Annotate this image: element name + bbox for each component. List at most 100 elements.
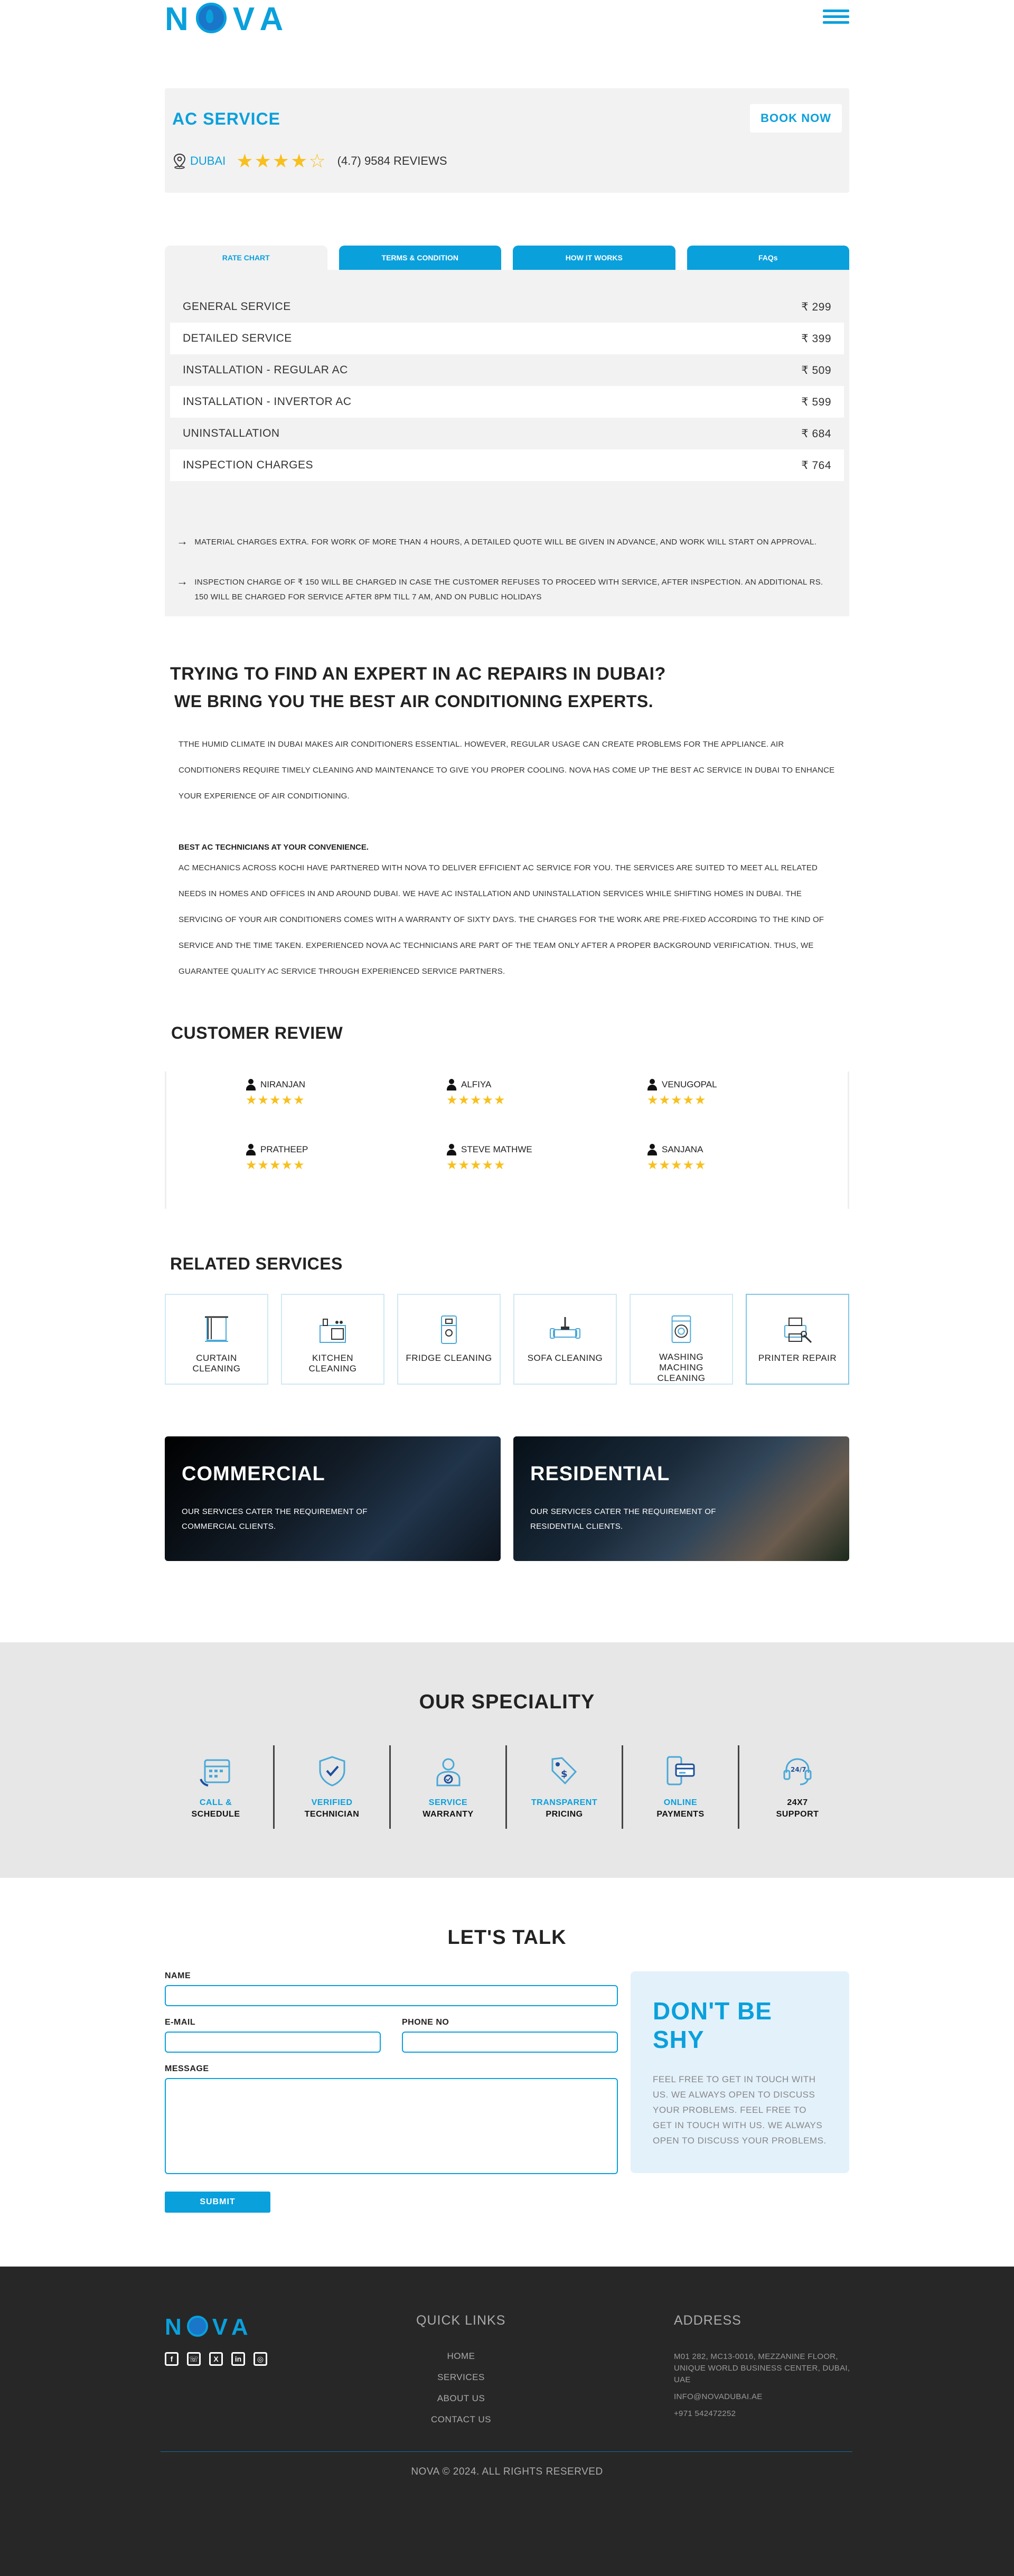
logo-letter: N xyxy=(165,2314,187,2340)
logo-globe-icon xyxy=(186,2316,208,2337)
footer-link-services[interactable]: SERVICES xyxy=(416,2372,506,2383)
rate-name: INSPECTION CHARGES xyxy=(183,459,314,471)
x-icon[interactable]: X xyxy=(209,2352,223,2366)
linkedin-icon[interactable]: in xyxy=(231,2352,245,2366)
rate-note: → MATERIAL CHARGES EXTRA. FOR WORK OF MOR… xyxy=(176,535,833,550)
kitchen-icon xyxy=(320,1319,346,1343)
footer-link-contact-us[interactable]: CONTACT US xyxy=(416,2414,506,2425)
nova-logo[interactable]: N VA xyxy=(165,1,290,38)
book-now-button[interactable]: BOOK NOW xyxy=(750,104,842,133)
contact-form: NAME E-MAIL PHONE NO MESSAGE SUBMIT xyxy=(165,1971,618,2213)
footer-link-home[interactable]: HOME xyxy=(416,2351,506,2362)
footer-divider xyxy=(161,2451,852,2452)
review-card: SANJANA ★★★★★ xyxy=(647,1144,848,1209)
note-text: MATERIAL CHARGES EXTRA. FOR WORK OF MORE… xyxy=(194,538,817,547)
reviews-carousel: NIRANJAN ★★★★★ ALFIYA ★★★★★ VENUGOPAL ★★★★★… xyxy=(165,1071,849,1209)
address-text: M01 282, MC13-0016, MEZZANINE FLOOR, UNI… xyxy=(674,2352,850,2384)
speciality-section: OUR SPECIALITY CALL & SCHEDULE VERIFIED … xyxy=(0,1642,1014,1878)
promo-title: COMMERCIAL xyxy=(182,1463,325,1485)
footer-phone[interactable]: +971 542472252 xyxy=(674,2408,853,2420)
related-service-curtain-cleaning[interactable]: CURTAIN CLEANING xyxy=(165,1294,268,1385)
related-service-fridge-cleaning[interactable]: FRIDGE CLEANING xyxy=(397,1294,501,1385)
rating-text: (4.7) 9584 REVIEWS xyxy=(337,154,447,167)
about-subheading: WE BRING YOU THE BEST AIR CONDITIONING E… xyxy=(174,692,654,711)
related-service-printer-repair[interactable]: PRINTER REPAIR xyxy=(746,1294,849,1385)
washing-machine-icon xyxy=(671,1315,691,1343)
related-service-sofa-cleaning[interactable]: SOFA CLEANING xyxy=(513,1294,617,1385)
whatsapp-icon[interactable]: ☏ xyxy=(187,2352,201,2366)
speciality-label-bottom: WARRANTY xyxy=(422,1810,474,1819)
related-services-title: RELATED SERVICES xyxy=(170,1254,343,1273)
residential-card[interactable]: RESIDENTIAL OUR SERVICES CATER THE REQUI… xyxy=(513,1436,849,1561)
facebook-icon[interactable]: f xyxy=(165,2352,179,2366)
speciality-item: 24/7 24X7 SUPPORT xyxy=(739,1745,856,1829)
footer-email[interactable]: INFO@NOVADUBAI.AE xyxy=(674,2391,853,2403)
speciality-label-bottom: TECHNICIAN xyxy=(304,1810,360,1819)
tab-faqs[interactable]: FAQs xyxy=(687,246,849,270)
footer-link-about-us[interactable]: ABOUT US xyxy=(416,2393,506,2404)
related-service-label: WASHING MACHING CLEANING xyxy=(657,1352,706,1383)
rate-chart-panel: GENERAL SERVICE ₹ 299 DETAILED SERVICE ₹ 3… xyxy=(165,270,849,616)
name-field[interactable] xyxy=(165,1985,618,2006)
review-card: NIRANJAN ★★★★★ xyxy=(246,1079,446,1144)
tab-rate-chart[interactable]: RATE CHART xyxy=(165,246,327,270)
phone-field[interactable] xyxy=(402,2032,618,2053)
logo-letters: VA xyxy=(212,2314,253,2340)
rate-name: DETAILED SERVICE xyxy=(183,332,292,344)
related-service-kitchen-cleaning[interactable]: KITCHEN CLEANING xyxy=(281,1294,384,1385)
reviewer-name: STEVE MATHWE xyxy=(461,1144,532,1154)
submit-button[interactable]: SUBMIT xyxy=(165,2192,270,2213)
copyright: NOVA © 2024. ALL RIGHTS RESERVED xyxy=(411,2466,603,2477)
related-service-label: FRIDGE CLEANING xyxy=(406,1353,492,1363)
user-icon xyxy=(647,1079,658,1090)
related-service-washing-machine-cleaning[interactable]: WASHING MACHING CLEANING xyxy=(630,1294,733,1385)
svg-text:24/7: 24/7 xyxy=(791,1766,806,1773)
speciality-label-top: 24X7 xyxy=(787,1798,808,1807)
sofa-icon xyxy=(550,1317,580,1339)
review-card: PRATHEEP ★★★★★ xyxy=(246,1144,446,1209)
review-card: ALFIYA ★★★★★ xyxy=(446,1079,647,1144)
address-block: M01 282, MC13-0016, MEZZANINE FLOOR, UNI… xyxy=(674,2351,853,2425)
instagram-icon[interactable]: ◎ xyxy=(253,2352,267,2366)
price-tag-icon: $ xyxy=(551,1757,577,1785)
related-service-label: PRINTER REPAIR xyxy=(758,1353,837,1363)
hamburger-menu-icon[interactable] xyxy=(823,10,849,25)
arrow-right-icon: → xyxy=(176,534,189,548)
commercial-card[interactable]: COMMERCIAL OUR SERVICES CATER THE REQUIR… xyxy=(165,1436,501,1561)
technician-icon xyxy=(436,1758,460,1787)
email-field[interactable] xyxy=(165,2032,381,2053)
message-field[interactable] xyxy=(165,2078,618,2174)
quick-links: HOME SERVICES ABOUT US CONTACT US xyxy=(416,2351,506,2425)
contact-title: LET'S TALK xyxy=(447,1926,567,1949)
speciality-title: OUR SPECIALITY xyxy=(419,1691,595,1713)
logo-letters: VA xyxy=(232,1,291,37)
reviews-title: CUSTOMER REVIEW xyxy=(171,1023,343,1042)
review-card: VENUGOPAL ★★★★★ xyxy=(647,1079,848,1144)
rate-row: INSTALLATION - REGULAR AC ₹ 509 xyxy=(170,354,844,386)
rate-price: ₹ 299 xyxy=(801,300,831,313)
footer-logo[interactable]: N VA xyxy=(165,2314,253,2340)
review-card: STEVE MATHWE ★★★★★ xyxy=(446,1144,647,1209)
about-paragraph: TTHE HUMID CLIMATE IN DUBAI MAKES AIR CO… xyxy=(179,740,835,801)
reviewer-name: SANJANA xyxy=(662,1144,703,1154)
client-types: COMMERCIAL OUR SERVICES CATER THE REQUIR… xyxy=(165,1436,849,1561)
logo-globe-icon xyxy=(195,3,227,33)
review-stars: ★★★★★ xyxy=(446,1158,506,1172)
service-card: AC SERVICE BOOK NOW DUBAI ★★★★☆ (4.7) 95… xyxy=(165,88,849,193)
reviewer-name: NIRANJAN xyxy=(260,1079,306,1089)
site-footer: N VA f ☏ X in ◎ QUICK LINKS HOME SERVICES… xyxy=(0,2267,1014,2576)
reviewer-name: ALFIYA xyxy=(461,1079,492,1089)
tab-terms-condition[interactable]: TERMS & CONDITION xyxy=(339,246,501,270)
speciality-label-bottom: PAYMENTS xyxy=(656,1810,705,1819)
shield-check-icon xyxy=(319,1756,345,1787)
fridge-icon xyxy=(441,1315,457,1344)
shy-text: FEEL FREE TO GET IN TOUCH WITH US. WE AL… xyxy=(653,2074,827,2146)
rate-price: ₹ 599 xyxy=(801,396,831,408)
reviewer-name: VENUGOPAL xyxy=(662,1079,717,1089)
rate-row: GENERAL SERVICE ₹ 299 xyxy=(170,291,844,323)
tab-how-it-works[interactable]: HOW IT WORKS xyxy=(513,246,675,270)
promo-title: RESIDENTIAL xyxy=(530,1463,670,1485)
promo-text: OUR SERVICES CATER THE REQUIREMENT OF RE… xyxy=(530,1507,716,1531)
address-title: ADDRESS xyxy=(674,2313,741,2328)
review-stars: ★★★★★ xyxy=(647,1158,707,1172)
